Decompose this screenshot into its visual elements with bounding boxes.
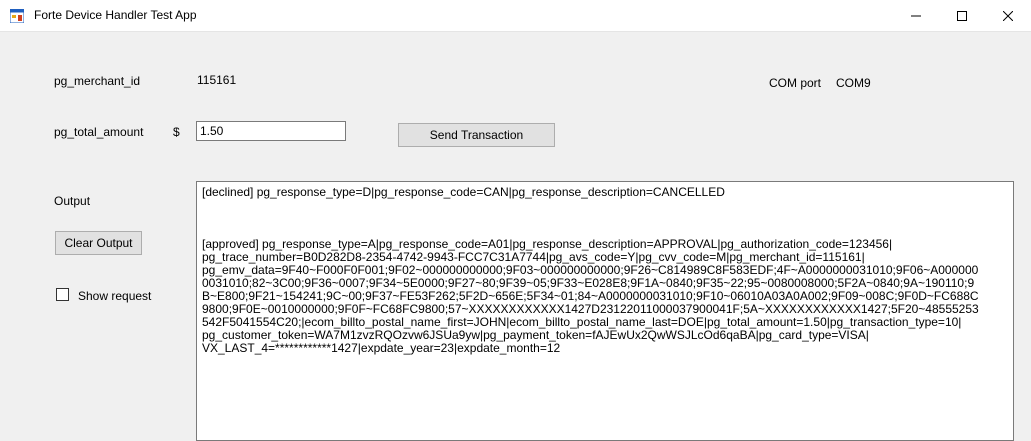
show-request-label[interactable]: Show request <box>78 289 151 303</box>
close-button[interactable] <box>985 0 1031 31</box>
merchant-id-label: pg_merchant_id <box>54 74 141 88</box>
com-port-label: COM port <box>769 76 822 90</box>
clear-output-label: Clear Output <box>64 236 133 250</box>
show-request-checkbox[interactable] <box>56 288 69 301</box>
output-line: [declined] pg_response_type=D|pg_respons… <box>202 185 725 199</box>
merchant-id-value: 115161 <box>197 73 237 87</box>
close-icon <box>1003 10 1013 21</box>
total-amount-label: pg_total_amount <box>54 125 144 139</box>
output-line: VX_LAST_4=************1427|expdate_year=… <box>202 341 561 355</box>
maximize-icon <box>957 10 967 21</box>
minimize-icon <box>911 15 921 16</box>
send-transaction-button[interactable]: Send Transaction <box>398 123 555 147</box>
send-transaction-label: Send Transaction <box>429 128 524 142</box>
window-title: Forte Device Handler Test App <box>34 8 197 22</box>
com-port-value: COM9 <box>836 76 871 90</box>
minimize-button[interactable] <box>893 0 939 31</box>
output-label: Output <box>54 194 91 208</box>
output-textbox[interactable]: [declined] pg_response_type=D|pg_respons… <box>196 181 1014 441</box>
currency-symbol: $ <box>173 125 180 139</box>
title-bar: Forte Device Handler Test App <box>0 0 1031 32</box>
maximize-button[interactable] <box>939 0 985 31</box>
clear-output-button[interactable]: Clear Output <box>55 231 142 255</box>
form-app-icon <box>10 9 24 23</box>
total-amount-input[interactable] <box>196 121 346 141</box>
